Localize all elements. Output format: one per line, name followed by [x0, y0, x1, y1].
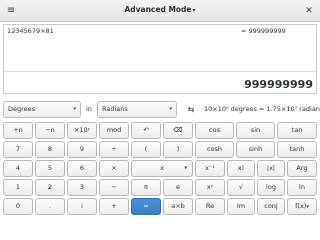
from-unit-select[interactable]: Degrees ▾ — [3, 101, 81, 118]
key-3[interactable]: 3 — [67, 179, 97, 196]
key-sqrt[interactable]: √ — [227, 179, 255, 196]
key-5[interactable]: 5 — [35, 160, 65, 177]
key-open-paren[interactable]: ( — [131, 141, 161, 158]
key-subtract-n[interactable]: −n — [35, 122, 65, 139]
key-variable-x[interactable]: x ▾ — [131, 160, 193, 177]
equals-button[interactable]: = — [131, 198, 161, 215]
key-pi[interactable]: π — [131, 179, 161, 196]
key-ln[interactable]: ln — [287, 179, 317, 196]
in-label: in — [86, 105, 92, 113]
undo-button[interactable]: ↶ — [131, 122, 161, 139]
chevron-down-icon: ▾ — [306, 204, 309, 210]
chevron-down-icon: ▾ — [192, 7, 196, 14]
key-1[interactable]: 1 — [3, 179, 33, 196]
key-add[interactable]: + — [99, 198, 129, 215]
key-sinh[interactable]: sinh — [236, 141, 275, 158]
window-title: Advanced Mode — [124, 5, 192, 14]
history-item[interactable]: 12345679×81 = 999999999 — [6, 26, 314, 37]
chevron-down-icon: ▾ — [184, 165, 187, 171]
key-add-n[interactable]: +n — [3, 122, 33, 139]
to-unit-label: Radians — [102, 105, 128, 113]
history-expression: 12345679×81 — [7, 27, 54, 35]
key-sin[interactable]: sin — [236, 122, 275, 139]
chevron-down-icon: ▾ — [73, 106, 76, 112]
key-abs[interactable]: |x| — [257, 160, 285, 177]
key-imag[interactable]: Im — [227, 198, 255, 215]
key-inverse[interactable]: x⁻¹ — [195, 160, 225, 177]
key-arg[interactable]: Arg — [287, 160, 317, 177]
swap-units-icon[interactable]: ⇆ — [183, 101, 199, 118]
backspace-button[interactable]: ⌫ — [163, 122, 193, 139]
key-tan[interactable]: tan — [277, 122, 317, 139]
key-mod[interactable]: mod — [99, 122, 129, 139]
key-exponent[interactable]: ×10ʸ — [67, 122, 97, 139]
unit-converter: Degrees ▾ in Radians ▾ ⇆ 10×10⁶ degrees … — [0, 101, 320, 119]
key-e[interactable]: e — [163, 179, 193, 196]
key-factorize[interactable]: a×b — [163, 198, 193, 215]
display-divider — [4, 71, 316, 72]
key-conj[interactable]: conj — [257, 198, 285, 215]
key-4[interactable]: 4 — [3, 160, 33, 177]
key-2[interactable]: 2 — [35, 179, 65, 196]
key-cos[interactable]: cos — [195, 122, 234, 139]
conversion-result: 10×10⁶ degrees = 1.75×10⁷ radians — [204, 105, 320, 113]
key-factorial[interactable]: x! — [227, 160, 255, 177]
key-7[interactable]: 7 — [3, 141, 33, 158]
chevron-down-icon: ▾ — [169, 106, 172, 112]
key-cosh[interactable]: cosh — [195, 141, 234, 158]
history-result: = 999999999 — [241, 27, 286, 35]
key-9[interactable]: 9 — [67, 141, 97, 158]
key-function-label: f(x) — [295, 202, 307, 210]
result-display[interactable]: 12345679×81 = 999999999 999999999 — [3, 24, 317, 94]
key-6[interactable]: 6 — [67, 160, 97, 177]
current-result: 999999999 — [244, 78, 313, 91]
mode-selector[interactable]: Advanced Mode▾ — [0, 5, 320, 14]
key-log[interactable]: log — [257, 179, 285, 196]
from-unit-label: Degrees — [8, 105, 36, 113]
to-unit-select[interactable]: Radians ▾ — [97, 101, 177, 118]
key-variable-x-label: x — [160, 164, 164, 172]
key-close-paren[interactable]: ) — [163, 141, 193, 158]
keypad: +n −n ×10ʸ mod ↶ ⌫ cos sin tan 7 8 9 ÷ (… — [3, 122, 317, 215]
key-subtract[interactable]: − — [99, 179, 129, 196]
key-power[interactable]: xʸ — [195, 179, 225, 196]
key-tanh[interactable]: tanh — [277, 141, 317, 158]
key-real[interactable]: Re — [195, 198, 225, 215]
key-0[interactable]: 0 — [3, 198, 33, 215]
key-decimal[interactable]: . — [35, 198, 65, 215]
key-multiply[interactable]: × — [99, 160, 129, 177]
key-divide[interactable]: ÷ — [99, 141, 129, 158]
close-icon[interactable]: ✕ — [302, 4, 316, 18]
key-imaginary[interactable]: i — [67, 198, 97, 215]
key-function[interactable]: f(x)▾ — [287, 198, 317, 215]
title-bar: ≡ Advanced Mode▾ ✕ — [0, 0, 320, 22]
key-8[interactable]: 8 — [35, 141, 65, 158]
